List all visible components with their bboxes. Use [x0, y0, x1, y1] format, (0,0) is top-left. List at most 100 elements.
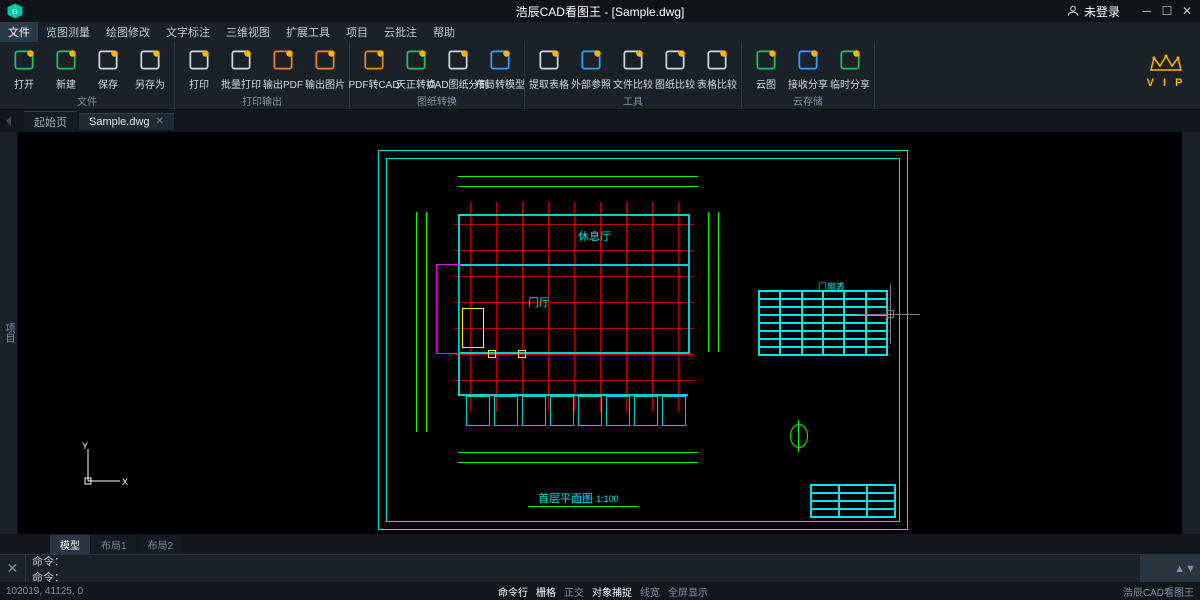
save-icon [94, 46, 122, 74]
xref-icon [577, 46, 605, 74]
title-bar: G 浩辰CAD看图王 - [Sample.dwg] 未登录 ─ ☐ ✕ [0, 0, 1200, 22]
svg-text:Y: Y [82, 441, 88, 451]
vip-badge[interactable]: V I P [1146, 52, 1186, 89]
ribbon-xref-button[interactable]: 外部参照 [571, 44, 611, 93]
ribbon-save-button[interactable]: 保存 [88, 44, 128, 93]
svg-text:G: G [12, 7, 18, 16]
room-cell [634, 396, 658, 426]
ribbon-group-label: 云存储 [746, 93, 870, 107]
viewtab-模型[interactable]: 模型 [50, 535, 90, 554]
ribbon-group-label: 图纸转换 [354, 93, 520, 107]
window-title: 浩辰CAD看图王 - [Sample.dwg] [516, 3, 685, 20]
dim-line-right2 [718, 212, 719, 352]
new-icon [52, 46, 80, 74]
ribbon-dcmp-button[interactable]: 图纸比较 [655, 44, 695, 93]
toggle-栅格[interactable]: 栅格 [536, 588, 556, 599]
drawing-viewport[interactable]: 休息厅 门厅 首层平面图 1:100 门窗表 YX [18, 132, 1182, 534]
ribbon-layout-button[interactable]: 布局转模型 [480, 44, 520, 93]
brand-label: 浩辰CAD看图王 [1123, 584, 1194, 599]
menu-文字标注[interactable]: 文字标注 [158, 22, 218, 42]
room-cell [466, 396, 490, 426]
room-cell [578, 396, 602, 426]
img-icon [311, 46, 339, 74]
ribbon-fcmp-button[interactable]: 文件比较 [613, 44, 653, 93]
north-arrow-icon [790, 424, 808, 448]
command-history: 命令： 命令： [26, 555, 1140, 582]
column [488, 350, 496, 358]
command-line[interactable]: ✕ 命令： 命令： ▲▼ [0, 554, 1200, 582]
menu-览图测量[interactable]: 览图测量 [38, 22, 98, 42]
gridline-h [454, 250, 694, 251]
ribbon-tcmp-button[interactable]: 表格比较 [697, 44, 737, 93]
dim-line-top [458, 176, 698, 177]
column [518, 350, 526, 358]
dim-line-left [416, 212, 417, 432]
ribbon-p2c-button[interactable]: PDF转CAD [354, 44, 394, 93]
ribbon-group-图纸转换: PDF转CAD天正转换CAD图纸分割布局转模型图纸转换 [350, 42, 525, 109]
menu-文件[interactable]: 文件 [0, 22, 38, 42]
dim-line-left2 [426, 212, 427, 432]
close-commandline-icon[interactable]: ✕ [0, 555, 26, 582]
ribbon-split-button[interactable]: CAD图纸分割 [438, 44, 478, 93]
close-button[interactable]: ✕ [1178, 4, 1196, 18]
menu-项目[interactable]: 项目 [338, 22, 376, 42]
ribbon-share-button[interactable]: 临时分享 [830, 44, 870, 93]
user-status[interactable]: 未登录 [1066, 3, 1120, 20]
ribbon-open-button[interactable]: 打开 [4, 44, 44, 93]
tcmp-icon [703, 46, 731, 74]
menu-bar: 文件览图测量绘图修改文字标注三维视图扩展工具项目云批注帮助 [0, 22, 1200, 42]
menu-扩展工具[interactable]: 扩展工具 [278, 22, 338, 42]
menu-云批注[interactable]: 云批注 [376, 22, 425, 42]
ribbon-exttab-button[interactable]: 提取表格 [529, 44, 569, 93]
ribbon-pdf-button[interactable]: 输出PDF [263, 44, 303, 93]
cursor-crosshair [860, 284, 920, 344]
share-icon [836, 46, 864, 74]
gridline-h [454, 224, 694, 225]
ribbon-group-label: 打印输出 [179, 93, 345, 107]
menu-帮助[interactable]: 帮助 [425, 22, 463, 42]
toggle-命令行[interactable]: 命令行 [498, 588, 528, 599]
ribbon-batch-button[interactable]: 批量打印 [221, 44, 261, 93]
command-scroll-icon[interactable]: ▲▼ [1140, 555, 1200, 582]
svg-text:X: X [122, 477, 128, 487]
minimize-button[interactable]: ─ [1138, 4, 1156, 18]
right-panel [1182, 132, 1200, 534]
toggle-对象捕捉[interactable]: 对象捕捉 [592, 588, 632, 599]
maximize-button[interactable]: ☐ [1158, 4, 1176, 18]
toggle-正交[interactable]: 正交 [564, 588, 584, 599]
dim-line-top2 [458, 186, 698, 187]
menu-三维视图[interactable]: 三维视图 [218, 22, 278, 42]
title-underline [528, 506, 638, 507]
status-toggles: 命令行栅格正交对象捕捉线宽全屏显示 [494, 584, 712, 599]
toggle-全屏显示[interactable]: 全屏显示 [668, 588, 708, 599]
cloud-icon [752, 46, 780, 74]
title-block-grid [810, 484, 896, 518]
ribbon-group-label: 工具 [529, 93, 737, 107]
ribbon-cloud-button[interactable]: 云图 [746, 44, 786, 93]
ribbon-saveas-button[interactable]: 另存为 [130, 44, 170, 93]
toggle-线宽[interactable]: 线宽 [640, 588, 660, 599]
menu-绘图修改[interactable]: 绘图修改 [98, 22, 158, 42]
close-tab-icon[interactable]: ✕ [156, 116, 164, 127]
view-tabs: 模型布局1布局2 [0, 534, 1200, 554]
tab-start-page[interactable]: 起始页 [24, 111, 77, 132]
room-cell [662, 396, 686, 426]
left-panel[interactable]: 项目 [0, 132, 18, 534]
batch-icon [227, 46, 255, 74]
dim-line-bot2 [458, 462, 698, 463]
room-label-lounge: 休息厅 [578, 228, 611, 244]
drawing-title: 首层平面图 1:100 [538, 490, 619, 506]
open-icon [10, 46, 38, 74]
gridline-h [454, 302, 694, 303]
ribbon-print-button[interactable]: 打印 [179, 44, 219, 93]
room-label-lobby: 门厅 [528, 294, 550, 310]
tab-sample-dwg[interactable]: Sample.dwg ✕ [79, 113, 174, 130]
viewtab-布局1[interactable]: 布局1 [91, 535, 137, 554]
viewtab-布局2[interactable]: 布局2 [138, 535, 184, 554]
dim-line-bot [458, 452, 698, 453]
room-cell [494, 396, 518, 426]
ribbon: 打开新建保存另存为文件打印批量打印输出PDF输出图片打印输出PDF转CAD天正转… [0, 42, 1200, 110]
ribbon-new-button[interactable]: 新建 [46, 44, 86, 93]
ribbon-recv-button[interactable]: 接收分享 [788, 44, 828, 93]
ribbon-img-button[interactable]: 输出图片 [305, 44, 345, 93]
